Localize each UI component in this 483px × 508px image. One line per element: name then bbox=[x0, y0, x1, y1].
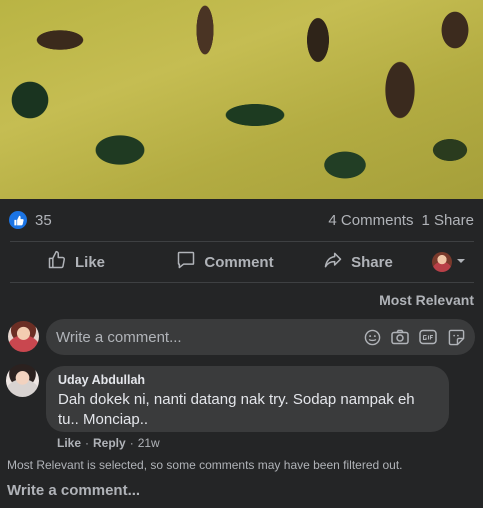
reaction-count-group[interactable]: 35 bbox=[9, 211, 52, 229]
comment-label: Comment bbox=[204, 253, 274, 271]
camera-icon[interactable] bbox=[391, 328, 409, 346]
share-icon bbox=[323, 250, 343, 274]
divider bbox=[10, 282, 474, 283]
comment-actions: Like · Reply · 21w bbox=[57, 436, 160, 450]
like-button[interactable]: Like bbox=[0, 244, 152, 280]
avatar[interactable] bbox=[6, 364, 39, 397]
separator: · bbox=[129, 436, 134, 450]
comment-timestamp[interactable]: 21w bbox=[138, 436, 160, 450]
separator: · bbox=[85, 436, 90, 450]
like-badge-icon bbox=[9, 211, 27, 229]
comment-sort-dropdown[interactable]: Most Relevant bbox=[379, 292, 474, 308]
comment-reply-link[interactable]: Reply bbox=[93, 436, 126, 450]
gif-icon[interactable] bbox=[419, 328, 437, 346]
comment-input[interactable]: Write a comment... bbox=[46, 319, 475, 355]
filter-note: Most Relevant is selected, so some comme… bbox=[7, 458, 403, 472]
like-label: Like bbox=[74, 253, 105, 271]
comment-input-placeholder[interactable]: Write a comment... bbox=[56, 329, 182, 346]
comments-count-link[interactable]: 4 Comments bbox=[328, 212, 413, 229]
sticker-icon[interactable] bbox=[447, 328, 465, 346]
comment-like-link[interactable]: Like bbox=[57, 436, 81, 450]
emoji-icon[interactable] bbox=[363, 328, 381, 346]
comment-icon bbox=[176, 250, 196, 274]
reaction-count: 35 bbox=[35, 211, 52, 229]
comment-bubble: Uday Abdullah Dah dokek ni, nanti datang… bbox=[46, 366, 449, 432]
comment-text: Dah dokek ni, nanti datang nak try. Soda… bbox=[58, 391, 415, 428]
post-as-selector[interactable] bbox=[432, 252, 466, 272]
write-comment-link[interactable]: Write a comment... bbox=[7, 482, 140, 499]
post-photo[interactable] bbox=[0, 0, 483, 199]
share-label: Share bbox=[351, 253, 393, 271]
avatar bbox=[8, 321, 39, 352]
share-button[interactable]: Share bbox=[298, 244, 418, 280]
reactions-summary: 35 4 Comments 1 Share bbox=[0, 199, 483, 241]
shares-count-link[interactable]: 1 Share bbox=[421, 212, 474, 229]
comment-author[interactable]: Uday Abdullah bbox=[58, 373, 437, 387]
avatar bbox=[432, 252, 452, 272]
post-actions: Like Comment Share bbox=[0, 242, 483, 282]
comment-button[interactable]: Comment bbox=[152, 244, 298, 280]
thumbs-up-icon bbox=[47, 250, 67, 274]
chevron-down-icon bbox=[456, 253, 466, 271]
